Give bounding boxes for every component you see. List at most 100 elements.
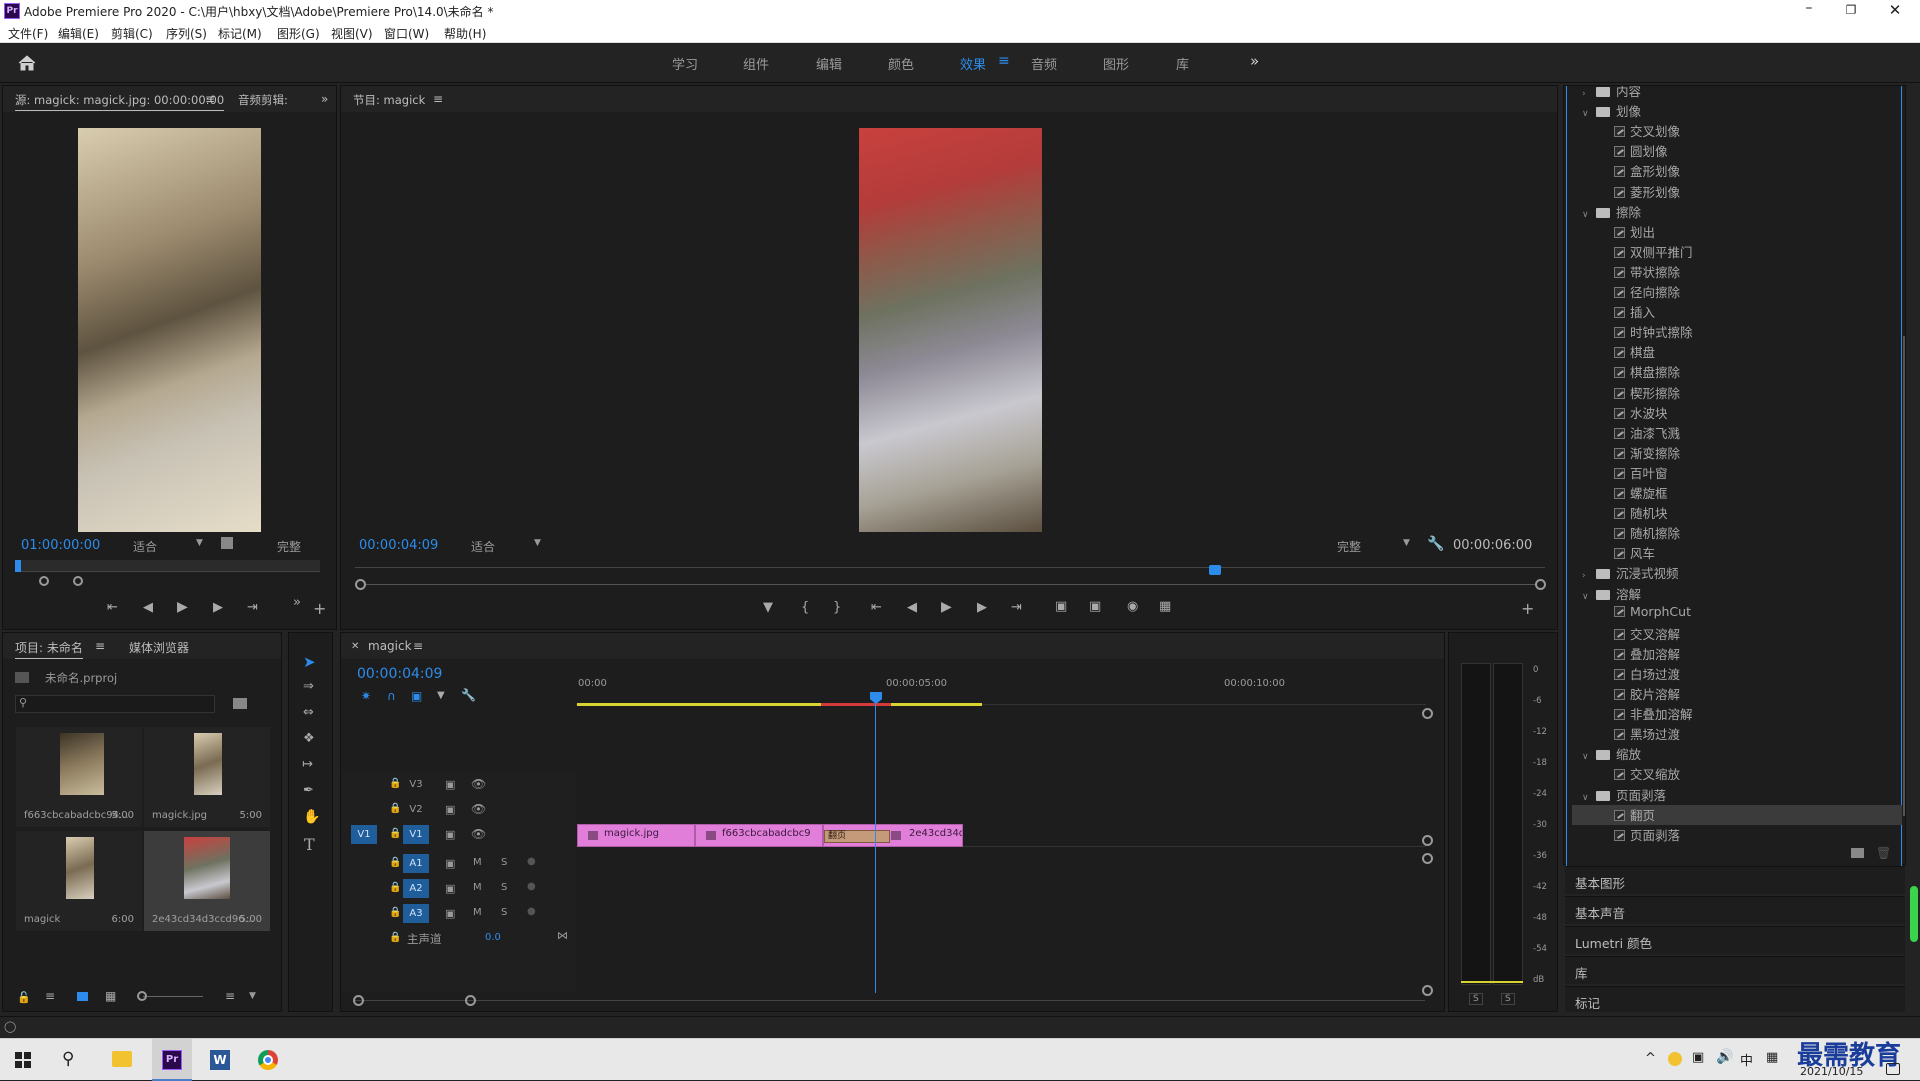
effect-item[interactable]: 圆划像	[1614, 141, 1668, 161]
program-quality-dropdown[interactable]: 完整	[1337, 538, 1361, 555]
effect-item[interactable]: 交叉缩放	[1614, 764, 1680, 784]
effects-folder[interactable]: ∨ 溶解	[1582, 584, 1641, 604]
workspace-more-icon[interactable]: »	[1250, 52, 1259, 70]
sort-chevron-icon[interactable]: ▼	[249, 991, 256, 1001]
track-eye-icon[interactable]: 👁	[471, 777, 486, 791]
track-eye-icon[interactable]: 👁	[471, 827, 486, 841]
effect-item[interactable]: 油漆飞溅	[1614, 423, 1680, 443]
timeline-timecode[interactable]: 00:00:04:09	[357, 666, 442, 682]
menu-file[interactable]: 文件(F)	[8, 25, 48, 42]
project-item-thumb[interactable]: magick 6:00	[16, 831, 142, 931]
horizontal-scrollbar[interactable]	[355, 1000, 1425, 1001]
track-label-v3[interactable]: V3	[403, 776, 429, 795]
track-lock-icon[interactable]: 🔒	[389, 857, 401, 868]
volume-icon[interactable]: 🔊	[1716, 1049, 1733, 1065]
workspace-tab-libraries[interactable]: 库	[1176, 54, 1189, 73]
vertical-zoom-handle[interactable]	[1422, 853, 1433, 864]
vertical-zoom-handle[interactable]	[1422, 708, 1433, 719]
go-to-in-point-icon[interactable]: ⇤	[871, 601, 882, 614]
taskbar-date[interactable]: 2021/10/15	[1800, 1065, 1863, 1078]
notification-icon[interactable]	[1886, 1063, 1900, 1075]
source-patch-v1[interactable]: V1	[351, 825, 377, 844]
effect-item[interactable]: 楔形擦除	[1614, 383, 1680, 403]
track-label-a1[interactable]: A1	[403, 854, 429, 873]
work-area-bar[interactable]	[577, 703, 982, 706]
track-lock-icon[interactable]: 🔒	[389, 803, 401, 814]
timeline-playhead-line[interactable]	[875, 703, 876, 993]
mark-out-icon[interactable]: }	[833, 601, 841, 614]
master-endpoint-icon[interactable]: ⋈	[557, 929, 568, 942]
wrench-icon[interactable]: 🔧	[1427, 536, 1444, 552]
tray-overflow-icon[interactable]: ^	[1645, 1051, 1656, 1066]
horizontal-zoom-handle[interactable]	[465, 995, 476, 1006]
track-label-a2[interactable]: A2	[403, 879, 429, 898]
section-lumetri-color[interactable]: Lumetri 颜色	[1565, 926, 1905, 954]
menu-edit[interactable]: 编辑(E)	[58, 25, 99, 42]
track-label-a3[interactable]: A3	[403, 904, 429, 923]
source-add-button-icon[interactable]: +	[313, 601, 326, 617]
step-forward-icon[interactable]: ▶	[213, 601, 223, 614]
meter-solo-right-button[interactable]: S	[1501, 993, 1515, 1005]
source-zoom-handle-right[interactable]	[73, 576, 83, 586]
effect-item[interactable]: 叠加溶解	[1614, 644, 1680, 664]
windows-start-icon[interactable]	[15, 1052, 31, 1068]
go-to-in-icon[interactable]: ⇤	[107, 601, 118, 614]
effect-item[interactable]: 棋盘	[1614, 342, 1655, 362]
workspace-tab-effects[interactable]: 效果	[960, 54, 986, 73]
taskbar-search-icon[interactable]: ⚲	[62, 1049, 74, 1069]
effects-folder[interactable]: ∨ 划像	[1582, 101, 1641, 121]
sort-icon[interactable]: ≡	[225, 989, 235, 1003]
track-lock-icon[interactable]: 🔒	[389, 778, 401, 789]
tray-app-icon[interactable]	[1668, 1052, 1682, 1066]
sync-lock-icon[interactable]: ▣	[445, 803, 455, 816]
thumbnail-slider-handle[interactable]	[137, 991, 147, 1001]
horizontal-zoom-handle[interactable]	[353, 995, 364, 1006]
effect-item[interactable]: 随机块	[1614, 503, 1668, 523]
voice-over-mic-icon[interactable]: ●	[527, 881, 536, 892]
program-playhead[interactable]	[1209, 565, 1221, 575]
program-monitor-tab[interactable]: 节目: magick	[353, 92, 425, 108]
file-explorer-icon[interactable]	[112, 1051, 132, 1067]
workspace-tab-assembly[interactable]: 组件	[743, 54, 769, 73]
effect-item[interactable]: 随机擦除	[1614, 523, 1680, 543]
chrome-taskbar-icon[interactable]	[258, 1050, 278, 1070]
chevron-down-icon[interactable]: ∨	[1582, 752, 1592, 762]
export-frame-camera-icon[interactable]: ◉	[1127, 600, 1138, 613]
window-minimize-button[interactable]: –	[1795, 0, 1823, 22]
snap-icon[interactable]: ✷	[361, 689, 371, 703]
media-browser-tab[interactable]: 媒体浏览器	[129, 639, 189, 656]
source-zoom-handle-left[interactable]	[39, 576, 49, 586]
new-custom-bin-icon[interactable]	[1851, 848, 1864, 858]
workspace-menu-icon[interactable]: ≡	[998, 53, 1010, 69]
effect-item[interactable]: 风车	[1614, 543, 1655, 563]
timeline-close-icon[interactable]: ✕	[351, 641, 359, 652]
selection-tool-icon[interactable]: ➤	[303, 653, 316, 671]
effect-item[interactable]: 双侧平推门	[1614, 242, 1693, 262]
track-lock-icon[interactable]: 🔒	[389, 907, 401, 918]
vertical-zoom-handle[interactable]	[1422, 835, 1433, 846]
freeform-view-icon[interactable]: ▦	[105, 989, 116, 1003]
effects-folder[interactable]: › 沉浸式视频	[1582, 563, 1679, 583]
chevron-down-icon[interactable]: ∨	[1582, 793, 1592, 803]
effect-item[interactable]: MorphCut	[1614, 604, 1691, 624]
effect-item[interactable]: 盒形划像	[1614, 161, 1680, 181]
menu-view[interactable]: 视图(V)	[331, 25, 373, 42]
workspace-tab-learn[interactable]: 学习	[672, 54, 698, 73]
effect-item[interactable]: 交叉溶解	[1614, 624, 1680, 644]
track-lock-icon[interactable]: 🔒	[389, 882, 401, 893]
razor-tool-icon[interactable]: ❖	[303, 731, 315, 746]
window-close-button[interactable]: ✕	[1880, 0, 1910, 22]
chevron-down-icon[interactable]: ∨	[1582, 210, 1592, 220]
ime-mode-icon[interactable]: ▦	[1766, 1050, 1778, 1065]
source-monitor-tab[interactable]: 源: magick: magick.jpg: 00:00:00:00	[15, 92, 225, 111]
comparison-view-icon[interactable]: ▦	[1159, 600, 1171, 613]
thumbnail-size-slider[interactable]	[143, 996, 203, 997]
effects-folder[interactable]: ∨ 缩放	[1582, 744, 1641, 764]
linked-selection-icon[interactable]: ∩	[387, 689, 396, 703]
play-icon[interactable]: ▶	[177, 600, 188, 614]
source-playhead[interactable]	[15, 560, 21, 572]
program-tab-menu-icon[interactable]: ≡	[433, 92, 443, 106]
menu-marker[interactable]: 标记(M)	[218, 25, 262, 42]
effect-item[interactable]: 水波块	[1614, 403, 1668, 423]
meter-solo-left-button[interactable]: S	[1469, 993, 1483, 1005]
